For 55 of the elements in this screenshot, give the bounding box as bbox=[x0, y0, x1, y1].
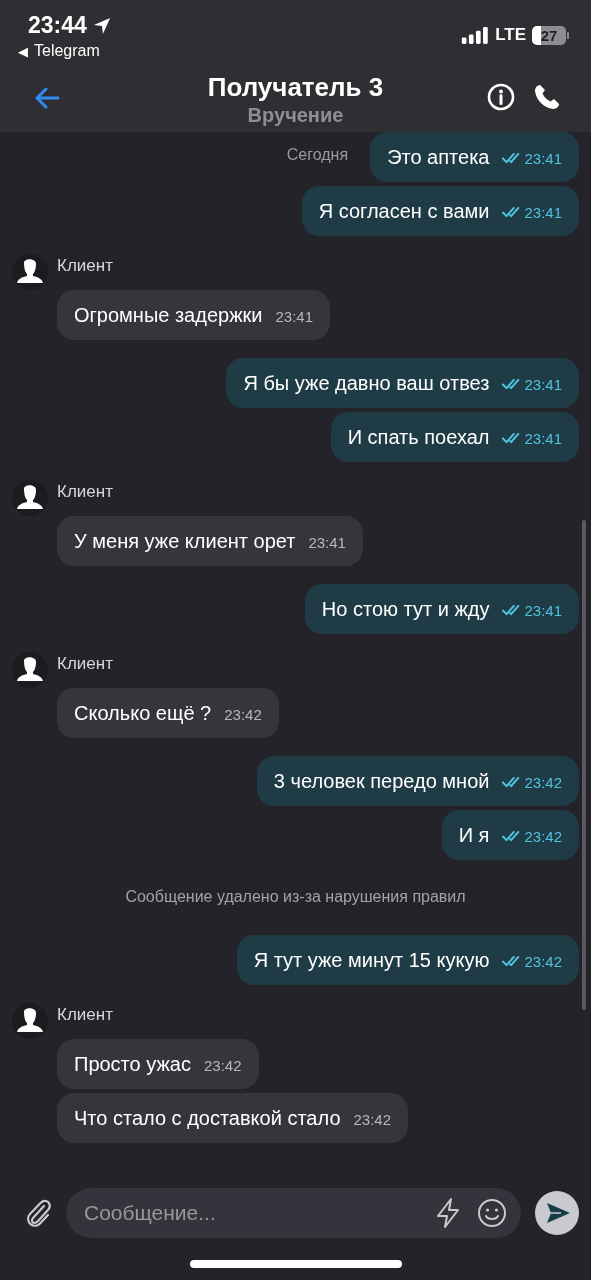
message-time: 23:41 bbox=[524, 150, 562, 167]
message-time: 23:42 bbox=[203, 1057, 242, 1074]
message-text: 3 человек передо мной bbox=[273, 769, 490, 793]
location-arrow-icon bbox=[92, 16, 111, 35]
sender-name: Клиент bbox=[57, 1005, 113, 1025]
chat-subtitle: Вручение bbox=[247, 103, 344, 127]
sender-name: Клиент bbox=[57, 256, 113, 276]
message-text: Сколько ещё ? bbox=[74, 701, 212, 725]
paperclip-icon[interactable] bbox=[24, 1197, 52, 1229]
back-arrow-icon[interactable] bbox=[34, 87, 60, 109]
message-time: 23:42 bbox=[353, 1111, 392, 1128]
chat-title: Получатель 3 bbox=[207, 71, 384, 103]
avatar-icon[interactable] bbox=[12, 1003, 48, 1039]
message-text: Что стало с доставкой стало bbox=[74, 1106, 341, 1130]
message-time: 23:41 bbox=[308, 534, 346, 551]
message-time: 23:41 bbox=[275, 308, 313, 325]
avatar-icon[interactable] bbox=[12, 652, 48, 688]
phone-icon[interactable] bbox=[533, 83, 561, 111]
message-text: Это аптека bbox=[387, 145, 490, 169]
app-name: Telegram bbox=[34, 42, 100, 60]
message-time: 23:41 bbox=[524, 602, 562, 619]
message-input-field[interactable]: Сообщение... bbox=[82, 1200, 419, 1226]
message-text: Просто ужас bbox=[74, 1052, 191, 1076]
date-label: Сегодня bbox=[286, 146, 349, 164]
message-text: Но стою тут и жду bbox=[321, 597, 490, 621]
message-time: 23:41 bbox=[524, 430, 562, 447]
message-time: 23:41 bbox=[524, 376, 562, 393]
lightning-icon[interactable] bbox=[435, 1197, 461, 1229]
system-notice: Сообщение удалено из-за нарушения правил bbox=[125, 887, 466, 907]
message-time: 23:42 bbox=[224, 706, 262, 723]
message-text: Я тут уже минут 15 кукую bbox=[253, 948, 490, 972]
smiley-icon[interactable] bbox=[477, 1198, 507, 1228]
message-text: Я бы уже давно ваш отвез bbox=[243, 371, 490, 395]
message-text: И я bbox=[458, 823, 490, 847]
send-button[interactable] bbox=[535, 1191, 579, 1235]
clock-time: 23:44 bbox=[28, 12, 87, 39]
message-text: Огромные задержки bbox=[74, 303, 263, 327]
network-label: LTE bbox=[495, 25, 526, 45]
message-time: 23:42 bbox=[524, 774, 562, 791]
avatar-icon[interactable] bbox=[12, 254, 48, 290]
avatar-icon[interactable] bbox=[12, 480, 48, 516]
message-field[interactable]: Сообщение... bbox=[66, 1188, 521, 1238]
signal-icon bbox=[461, 26, 490, 44]
back-glyph: ◀ bbox=[18, 43, 28, 59]
message-text: У меня уже клиент орет bbox=[74, 529, 296, 553]
sender-name: Клиент bbox=[57, 654, 113, 674]
message-text: И спать поехал bbox=[347, 425, 490, 449]
message-time: 23:42 bbox=[524, 953, 562, 970]
info-icon[interactable] bbox=[487, 83, 515, 111]
message-time: 23:41 bbox=[524, 204, 562, 221]
scrollbar[interactable] bbox=[582, 520, 586, 1010]
message-text: Я согласен с вами bbox=[318, 199, 490, 223]
battery-level: 27 bbox=[540, 26, 558, 44]
sender-name: Клиент bbox=[57, 482, 113, 502]
message-time: 23:42 bbox=[524, 828, 562, 845]
